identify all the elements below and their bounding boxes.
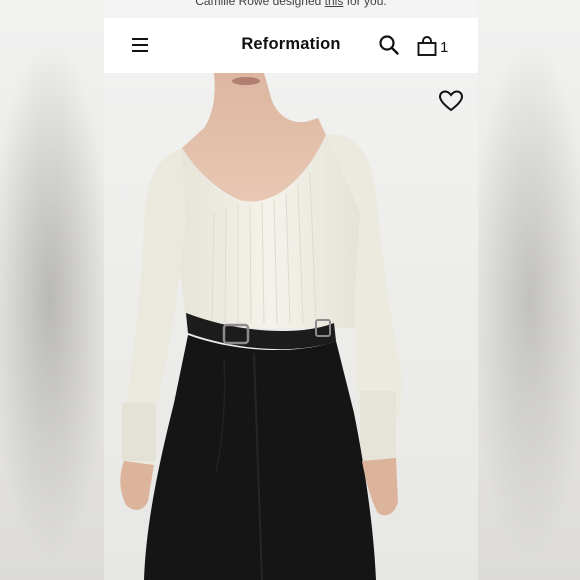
app-frame: Reformation 1 [104, 18, 478, 580]
top-banner: Camille Rowe designed this for you. [104, 0, 478, 18]
bag-button[interactable]: 1 [416, 33, 448, 57]
bag-icon [417, 36, 437, 56]
product-photo [104, 73, 478, 580]
banner-link[interactable]: this [325, 0, 344, 8]
heart-icon[interactable] [438, 89, 464, 113]
search-icon[interactable] [378, 34, 400, 56]
navbar: Reformation 1 [104, 18, 478, 73]
product-image[interactable] [104, 73, 478, 580]
bag-count: 1 [440, 39, 449, 56]
banner-text: Camille Rowe designed this for you. [195, 0, 386, 8]
